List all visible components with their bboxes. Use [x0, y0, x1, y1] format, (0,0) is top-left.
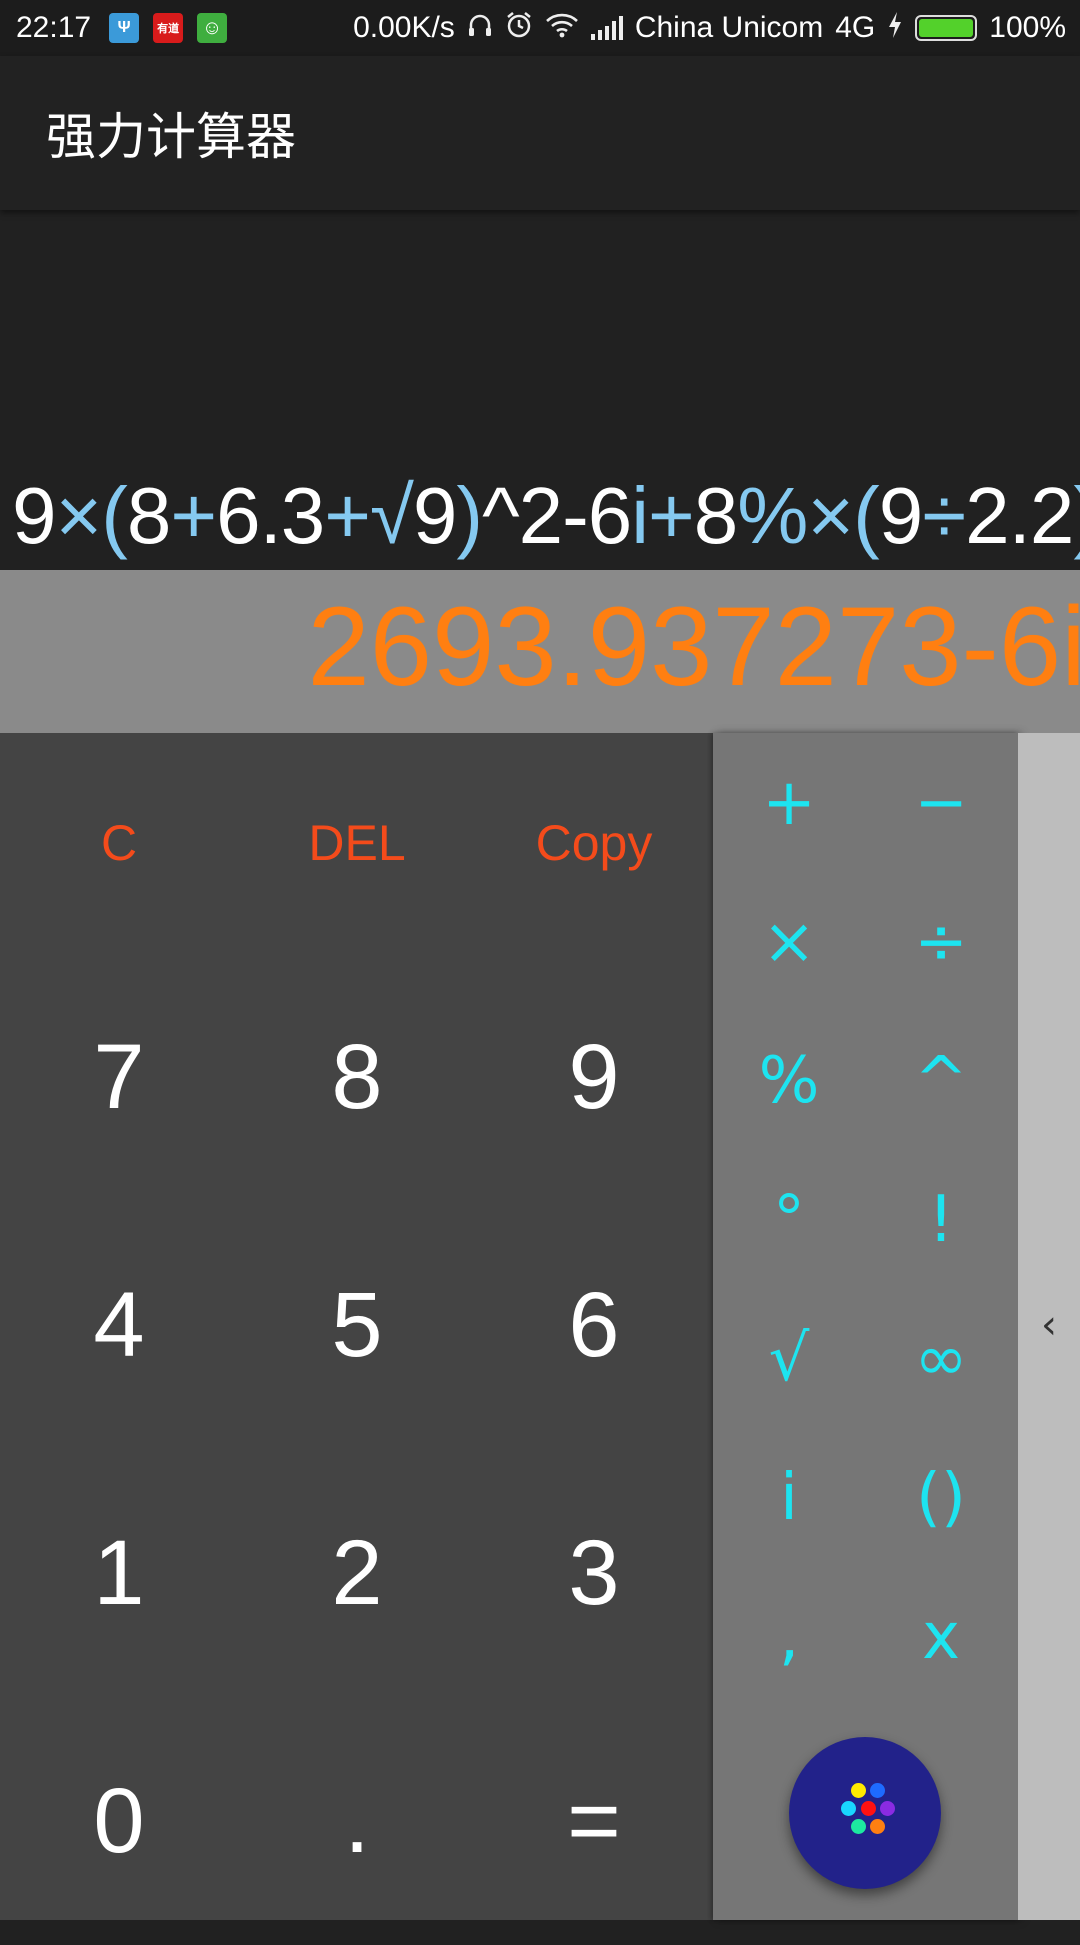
battery-percent: 100% [989, 11, 1066, 44]
app-bar: 强力计算器 [0, 56, 1080, 210]
key-5[interactable]: 5 [238, 1201, 476, 1449]
expression-token: 8 [693, 471, 738, 560]
network-type: 4G [835, 11, 876, 44]
number-keypad: C DEL Copy 7 8 9 4 5 6 1 2 3 0. = [0, 733, 713, 1920]
status-time: 22:17 [16, 11, 92, 44]
key-6[interactable]: 6 [475, 1201, 713, 1449]
expression-token: 8 [126, 471, 171, 560]
expression-token: 9 [412, 471, 457, 560]
key-decimal[interactable]: . [238, 1697, 476, 1945]
expression-display[interactable]: 9×(8+6.3+√9)^2-6i+8%×(9÷2.2) [0, 470, 1080, 562]
status-left: 22:17 Ψ 有道 ☺ [0, 11, 228, 45]
expression-token: ÷ [922, 471, 966, 560]
expression-token: 6.3 [216, 471, 325, 560]
battery-level [919, 19, 974, 37]
palette-dot [870, 1819, 885, 1834]
key-comma[interactable]: , [713, 1567, 865, 1707]
expression-token: ^2-6 [482, 471, 632, 560]
key-factorial[interactable]: ! [865, 1150, 1017, 1290]
net-speed: 0.00K/s [353, 11, 455, 44]
android-app-icon: ☺ [197, 13, 228, 43]
expression-token: ( [101, 471, 128, 560]
key-power[interactable]: ^ [865, 1011, 1017, 1151]
palette-dot [880, 1801, 895, 1816]
key-copy[interactable]: Copy [475, 733, 713, 953]
palette-dot [851, 1783, 866, 1798]
expression-token: ( [853, 471, 880, 560]
expression-token: ) [1073, 471, 1080, 560]
key-1[interactable]: 1 [0, 1449, 238, 1697]
key-minus[interactable]: − [865, 733, 1017, 873]
palette-dot [861, 1801, 876, 1816]
key-imaginary[interactable]: i [713, 1428, 865, 1568]
key-parentheses[interactable]: () [865, 1428, 1017, 1568]
status-bar: 22:17 Ψ 有道 ☺ 0.00K/s China Unicom 4G 100… [0, 0, 1080, 56]
battery-icon [915, 15, 978, 41]
expression-token: %× [737, 471, 854, 560]
expression-token: i+ [631, 471, 694, 560]
key-c[interactable]: C [0, 733, 238, 953]
expression-token: 2.2 [965, 471, 1074, 560]
key-3[interactable]: 3 [475, 1449, 713, 1697]
key-multiply[interactable]: × [713, 872, 865, 1012]
key-0[interactable]: 0 [0, 1697, 238, 1945]
expression-token: + [170, 471, 217, 560]
key-infinity[interactable]: ∞ [865, 1289, 1017, 1429]
chevron-left-icon[interactable]: ‹ [1018, 1300, 1080, 1350]
key-divide[interactable]: ÷ [865, 872, 1017, 1012]
signal-icon [590, 16, 623, 40]
wifi-icon [545, 12, 579, 45]
key-2[interactable]: 2 [238, 1449, 476, 1697]
key-percent[interactable]: % [713, 1011, 865, 1151]
result-bar: 2693.937273-6i [0, 570, 1080, 733]
charging-icon [887, 11, 903, 46]
status-right: 0.00K/s China Unicom 4G 100% [353, 11, 1080, 46]
carrier-label: China Unicom [634, 11, 824, 44]
usb-icon: Ψ [109, 13, 140, 43]
fab-palette-button[interactable] [789, 1737, 941, 1889]
alarm-icon [505, 11, 533, 46]
key-variable-x[interactable]: x [865, 1567, 1017, 1707]
expression-token: √ [370, 471, 414, 560]
key-9[interactable]: 9 [475, 953, 713, 1201]
palette-dot [870, 1783, 885, 1798]
key-degree[interactable]: ° [713, 1150, 865, 1290]
expression-token: × [55, 471, 103, 560]
key-4[interactable]: 4 [0, 1201, 238, 1449]
palette-dot [851, 1819, 866, 1834]
expression-token: 9 [12, 471, 56, 560]
key-equals[interactable]: = [475, 1697, 713, 1945]
palette-dot [841, 1801, 856, 1816]
expression-token: 9 [878, 471, 923, 560]
expression-token: + [324, 471, 371, 560]
expression-token: ) [456, 471, 483, 560]
key-7[interactable]: 7 [0, 953, 238, 1201]
key-plus[interactable]: + [713, 733, 865, 873]
display-area: 9×(8+6.3+√9)^2-6i+8%×(9÷2.2) [0, 210, 1080, 570]
headset-icon [467, 12, 493, 45]
youdao-app-icon: 有道 [153, 13, 184, 43]
key-8[interactable]: 8 [238, 953, 476, 1201]
app-title: 强力计算器 [46, 108, 296, 166]
key-sqrt[interactable]: √ [713, 1289, 865, 1429]
key-del[interactable]: DEL [238, 733, 476, 953]
result-display[interactable]: 2693.937273-6i [308, 582, 1080, 711]
